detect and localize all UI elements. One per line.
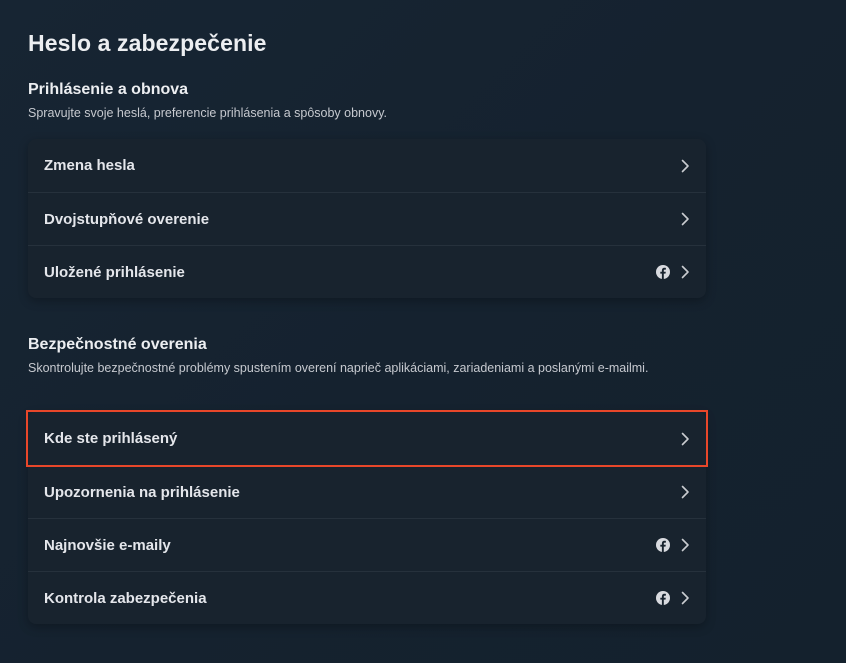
chevron-right-icon — [681, 432, 689, 445]
login-recovery-card: Zmena hesla Dvojstupňové overenie Uložen… — [28, 139, 706, 298]
facebook-icon — [656, 591, 670, 605]
row-security-checkup[interactable]: Kontrola zabezpečenia — [28, 571, 706, 624]
row-label: Dvojstupňové overenie — [44, 210, 210, 228]
chevron-right-icon — [681, 591, 689, 605]
row-saved-login[interactable]: Uložené prihlásenie — [28, 245, 706, 298]
row-label: Kde ste prihlásený — [44, 430, 178, 447]
row-label: Najnovšie e-maily — [44, 536, 171, 554]
security-checks-card: Kde ste prihlásený Upozornenia na prihlá… — [26, 410, 708, 624]
login-section-heading: Prihlásenie a obnova — [28, 81, 189, 98]
page-title: Heslo a zabezpečenie — [28, 30, 267, 56]
row-change-password[interactable]: Zmena hesla — [28, 139, 706, 192]
row-where-logged-in[interactable]: Kde ste prihlásený — [26, 410, 708, 467]
row-label: Zmena hesla — [44, 157, 135, 174]
chevron-right-icon — [681, 212, 689, 226]
security-section-description: Skontrolujte bezpečnostné problémy spust… — [28, 361, 649, 375]
row-label: Uložené prihlásenie — [44, 263, 185, 281]
chevron-right-icon — [681, 159, 689, 172]
chevron-right-icon — [681, 538, 689, 552]
facebook-icon — [656, 538, 670, 552]
row-two-factor[interactable]: Dvojstupňové overenie — [28, 192, 706, 245]
chevron-right-icon — [681, 265, 689, 279]
security-section-heading: Bezpečnostné overenia — [28, 336, 207, 353]
row-label: Kontrola zabezpečenia — [44, 589, 207, 607]
login-section-description: Spravujte svoje heslá, preferencie prihl… — [28, 106, 388, 120]
row-label: Upozornenia na prihlásenie — [44, 483, 240, 501]
facebook-icon — [656, 265, 670, 279]
row-login-alerts[interactable]: Upozornenia na prihlásenie — [28, 465, 706, 518]
chevron-right-icon — [681, 485, 689, 499]
row-recent-emails[interactable]: Najnovšie e-maily — [28, 518, 706, 571]
